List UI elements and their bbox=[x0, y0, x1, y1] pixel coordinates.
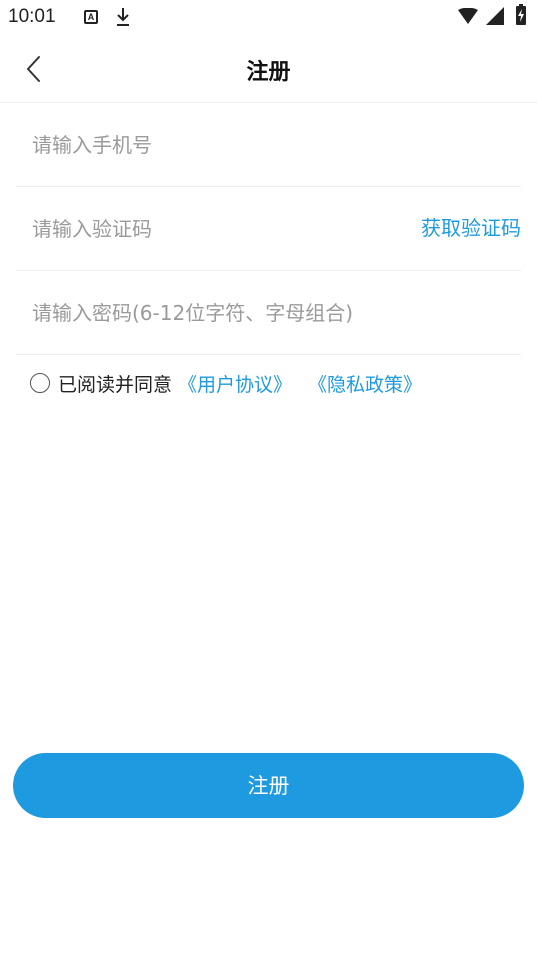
password-row bbox=[16, 271, 521, 355]
password-input[interactable] bbox=[32, 271, 512, 354]
get-code-button[interactable]: 获取验证码 bbox=[421, 187, 521, 270]
phone-row bbox=[16, 103, 521, 187]
a-icon: A bbox=[84, 10, 98, 24]
verification-code-input[interactable] bbox=[32, 187, 392, 270]
agreement-row: 已阅读并同意 《用户协议》 《隐私政策》 bbox=[30, 370, 422, 396]
status-time: 10:01 bbox=[8, 6, 56, 27]
privacy-policy-link[interactable]: 《隐私政策》 bbox=[308, 370, 422, 397]
download-icon bbox=[117, 8, 129, 26]
register-button[interactable]: 注册 bbox=[13, 753, 524, 818]
wifi-icon bbox=[458, 8, 478, 24]
phone-input[interactable] bbox=[32, 103, 512, 186]
signal-icon bbox=[486, 7, 504, 25]
page-title: 注册 bbox=[246, 60, 291, 85]
user-agreement-link[interactable]: 《用户协议》 bbox=[178, 370, 292, 397]
header: 注册 bbox=[0, 34, 537, 103]
status-bar: 10:01 A bbox=[0, 0, 537, 34]
verification-code-row: 获取验证码 bbox=[16, 187, 521, 271]
agree-checkbox[interactable] bbox=[30, 373, 50, 393]
agree-text: 已阅读并同意 bbox=[58, 373, 173, 396]
battery-charging-icon bbox=[516, 4, 526, 25]
